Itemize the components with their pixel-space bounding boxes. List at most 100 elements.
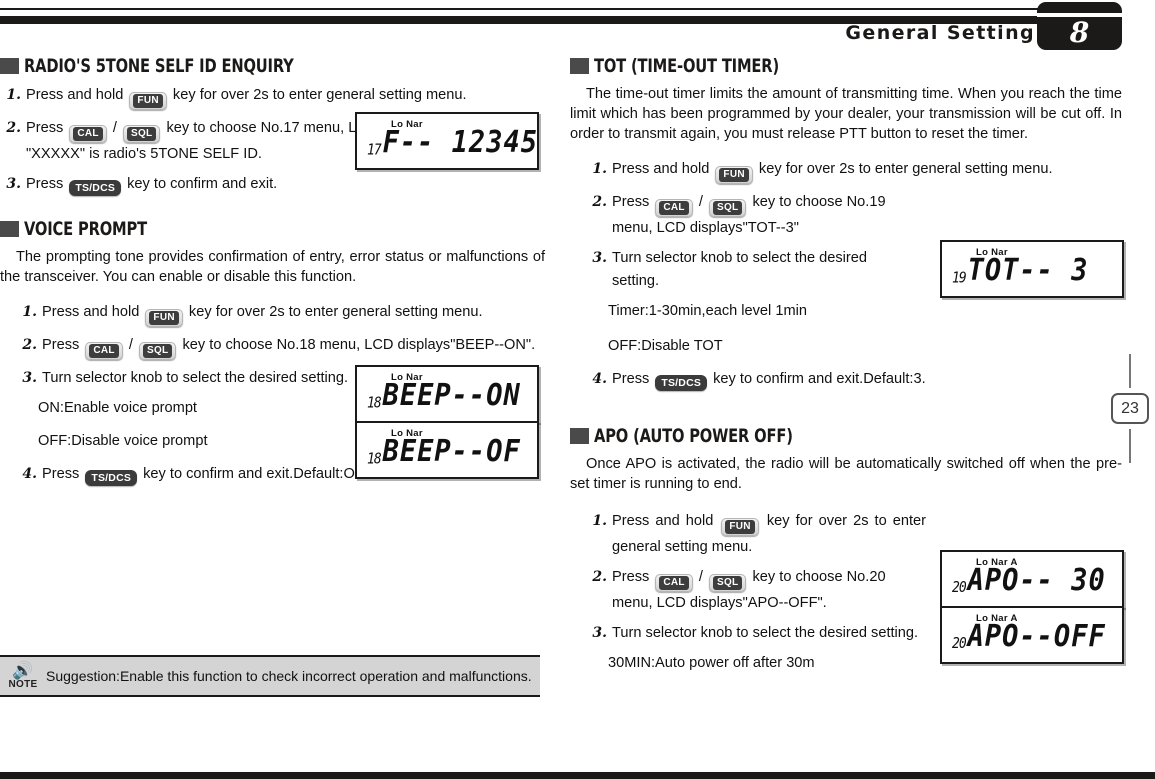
section-title: APO (AUTO POWER OFF) xyxy=(594,425,793,447)
fun-key-glyph[interactable]: FUN xyxy=(145,309,183,327)
step-text: key to choose No.18 menu, LCD displays"B… xyxy=(178,337,536,353)
lcd-menu-index: 18 xyxy=(367,450,382,468)
cal-key-glyph[interactable]: CAL xyxy=(655,199,693,217)
step-body: Turn selector knob to select the desired… xyxy=(612,250,867,289)
cal-key-glyph[interactable]: CAL xyxy=(85,342,123,360)
cal-key-label: CAL xyxy=(659,576,689,590)
section-heading-apo: APO (AUTO POWER OFF) xyxy=(570,425,1122,447)
cal-key-glyph[interactable]: CAL xyxy=(69,125,107,143)
section-title: TOT (TIME-OUT TIMER) xyxy=(594,55,780,77)
step-number: 2. xyxy=(22,337,37,353)
step-text: Press and hold xyxy=(612,161,714,177)
step-number: 2. xyxy=(592,194,607,210)
apo-intro: Once APO is activated, the radio will be… xyxy=(570,456,1122,492)
lcd-value: TOT-- 3 xyxy=(967,253,1089,288)
footer-bar xyxy=(0,772,1155,779)
step-number: 1. xyxy=(592,513,607,529)
lcd-value: F-- 12345 xyxy=(382,125,538,160)
step-text: key for over 2s to enter general setting… xyxy=(754,161,1053,177)
cal-key-glyph[interactable]: CAL xyxy=(655,574,693,592)
sql-key-glyph[interactable]: SQL xyxy=(122,125,161,143)
tsdcs-key-glyph[interactable]: TS/DCS xyxy=(69,180,122,196)
tot-intro: The time-out timer limits the amount of … xyxy=(570,86,1122,142)
lcd-menu-index: 18 xyxy=(367,394,382,412)
step-number: 3. xyxy=(6,176,21,192)
fun-key-glyph[interactable]: FUN xyxy=(129,92,167,110)
step-text: Press xyxy=(612,569,654,585)
list-item: 1. Press and hold FUN key for over 2s to… xyxy=(586,158,1122,184)
section-title: VOICE PROMPT xyxy=(24,218,147,240)
step-text: Press and hold xyxy=(26,87,128,103)
step-number: 1. xyxy=(592,161,607,177)
cal-key-label: CAL xyxy=(89,344,119,358)
key-separator: / xyxy=(694,194,707,210)
speaker-icon: 🔊 xyxy=(12,661,34,680)
lcd-menu-index: 17 xyxy=(367,141,382,159)
step-body: Press and hold FUN key for over 2s to en… xyxy=(26,84,545,110)
square-bullet-icon xyxy=(0,58,19,74)
square-bullet-icon xyxy=(0,221,19,237)
page-title: General Setting xyxy=(845,22,1035,44)
step-number: 4. xyxy=(22,466,37,482)
step-body: Press and hold FUN key for over 2s to en… xyxy=(612,158,1122,184)
chapter-number: 8 xyxy=(1069,16,1090,49)
step-body: Press and hold FUN key for over 2s to en… xyxy=(42,301,545,327)
step-body: Press CAL / SQL key to choose No.19 menu… xyxy=(612,191,916,240)
lcd-display-tot: Lo Nar 19 TOT-- 3 xyxy=(940,240,1124,298)
step-body: Press CAL / SQL key to choose No.20 menu… xyxy=(612,566,926,615)
lcd-value: APO-- 30 xyxy=(967,563,1106,598)
section-heading-tot: TOT (TIME-OUT TIMER) xyxy=(570,55,1122,77)
lcd-menu-index: 20 xyxy=(952,635,967,653)
sql-key-glyph[interactable]: SQL xyxy=(138,342,177,360)
left-column: RADIO'S 5TONE SELF ID ENQUIRY 1. Press a… xyxy=(0,55,545,697)
lcd-row: 19 TOT-- 3 xyxy=(952,254,1112,288)
page-marker-tick-top xyxy=(1129,354,1131,388)
section-heading-5tone-self-id: RADIO'S 5TONE SELF ID ENQUIRY xyxy=(0,55,545,77)
sql-key-glyph[interactable]: SQL xyxy=(708,199,747,217)
step-number: 3. xyxy=(592,625,607,641)
key-separator: / xyxy=(694,569,707,585)
tsdcs-key-glyph[interactable]: TS/DCS xyxy=(655,375,708,391)
step-body: Press TS/DCS key to confirm and exit. xyxy=(26,173,545,196)
lcd-menu-index: 20 xyxy=(952,579,967,597)
chapter-badge: 8 xyxy=(1037,2,1122,50)
fun-key-label: FUN xyxy=(149,311,179,325)
fun-key-glyph[interactable]: FUN xyxy=(715,166,753,184)
lcd-value: BEEP--OF xyxy=(382,434,521,469)
lcd-row: 20 APO-- 30 xyxy=(952,564,1112,598)
fun-key-label: FUN xyxy=(719,168,749,182)
lcd-row: 18 BEEP--ON xyxy=(367,379,527,413)
step-number: 1. xyxy=(6,87,21,103)
cal-key-label: CAL xyxy=(73,127,103,141)
sql-key-label: SQL xyxy=(712,201,743,215)
lcd-value: BEEP--ON xyxy=(382,378,521,413)
fun-key-glyph[interactable]: FUN xyxy=(721,518,759,536)
note-icon-group: 🔊 NOTE xyxy=(0,662,46,690)
note-box: 🔊 NOTE Suggestion:Enable this function t… xyxy=(0,655,540,697)
list-item: 1. Press and hold FUN key for over 2s to… xyxy=(16,301,545,327)
key-separator: / xyxy=(108,120,121,136)
sql-key-glyph[interactable]: SQL xyxy=(708,574,747,592)
note-label: NOTE xyxy=(8,679,38,690)
fun-key-label: FUN xyxy=(133,94,163,108)
tsdcs-key-glyph[interactable]: TS/DCS xyxy=(85,470,138,486)
list-item: 4. Press TS/DCS key to confirm and exit.… xyxy=(586,368,1122,391)
lcd-row: 18 BEEP--OF xyxy=(367,435,527,469)
step-text: Press xyxy=(42,466,84,482)
list-item: 1. Press and hold FUN key for over 2s to… xyxy=(586,510,926,559)
step-text: Press xyxy=(612,194,654,210)
step-number: 3. xyxy=(592,250,607,266)
tot-option-timer: Timer:1-30min,each level 1min xyxy=(608,303,807,319)
list-item: 2. Press CAL / SQL key to choose No.18 m… xyxy=(16,334,545,360)
sql-key-label: SQL xyxy=(142,344,173,358)
square-bullet-icon xyxy=(570,58,589,74)
step-text: key to confirm and exit. xyxy=(123,176,278,192)
step-text: Press and hold xyxy=(612,513,720,529)
page-marker-tick-bottom xyxy=(1129,429,1131,463)
sql-key-label: SQL xyxy=(712,576,743,590)
note-text: Suggestion:Enable this function to check… xyxy=(46,667,532,684)
sql-key-label: SQL xyxy=(126,127,157,141)
tot-option-off: OFF:Disable TOT xyxy=(608,338,723,354)
step-text: Press xyxy=(26,120,68,136)
step-number: 3. xyxy=(22,370,37,386)
